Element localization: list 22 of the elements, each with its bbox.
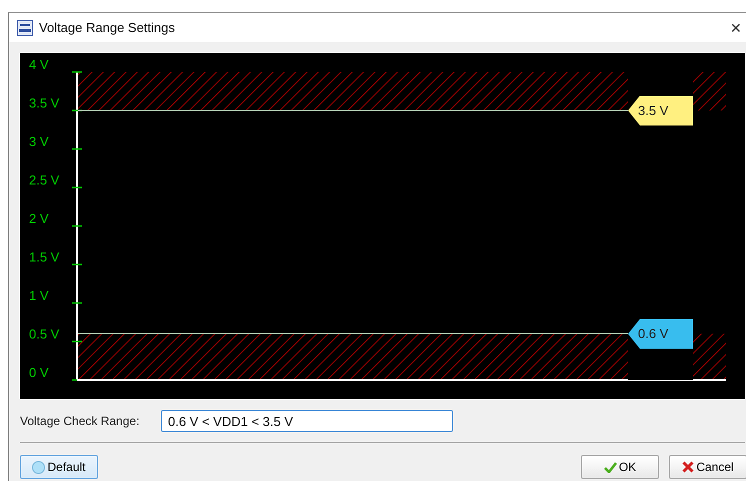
axis-label: 0 V [29, 365, 49, 380]
ok-button[interactable]: OK [581, 455, 659, 479]
cross-icon [682, 461, 694, 473]
axis-label: 0.5 V [29, 326, 60, 342]
cancel-button[interactable]: Cancel [669, 455, 746, 479]
threshold-handle[interactable]: 3.5 V [628, 96, 693, 126]
checkmark-icon [604, 462, 617, 472]
axis-label: 2.5 V [29, 172, 60, 188]
axis-label: 1.5 V [29, 250, 60, 264]
voltage-range-field[interactable]: 0.6 V < VDD1 < 3.5 V [161, 410, 453, 432]
window-title: Voltage Range Settings [39, 20, 175, 35]
close-button[interactable]: ✕ [730, 20, 742, 36]
circle-icon [32, 460, 46, 474]
app-icon [17, 20, 33, 36]
threshold-handle[interactable]: 0.6 V [628, 318, 693, 349]
field-label: Voltage Check Range: [20, 414, 140, 428]
axis-label: 4 V [29, 57, 49, 72]
default-button[interactable]: Default [20, 455, 98, 479]
axis-label: 1 V [29, 288, 49, 303]
axis-label: 3.5 V [29, 96, 60, 110]
axis-label: 3 V [29, 134, 49, 149]
axis-label: 2 V [29, 211, 49, 226]
